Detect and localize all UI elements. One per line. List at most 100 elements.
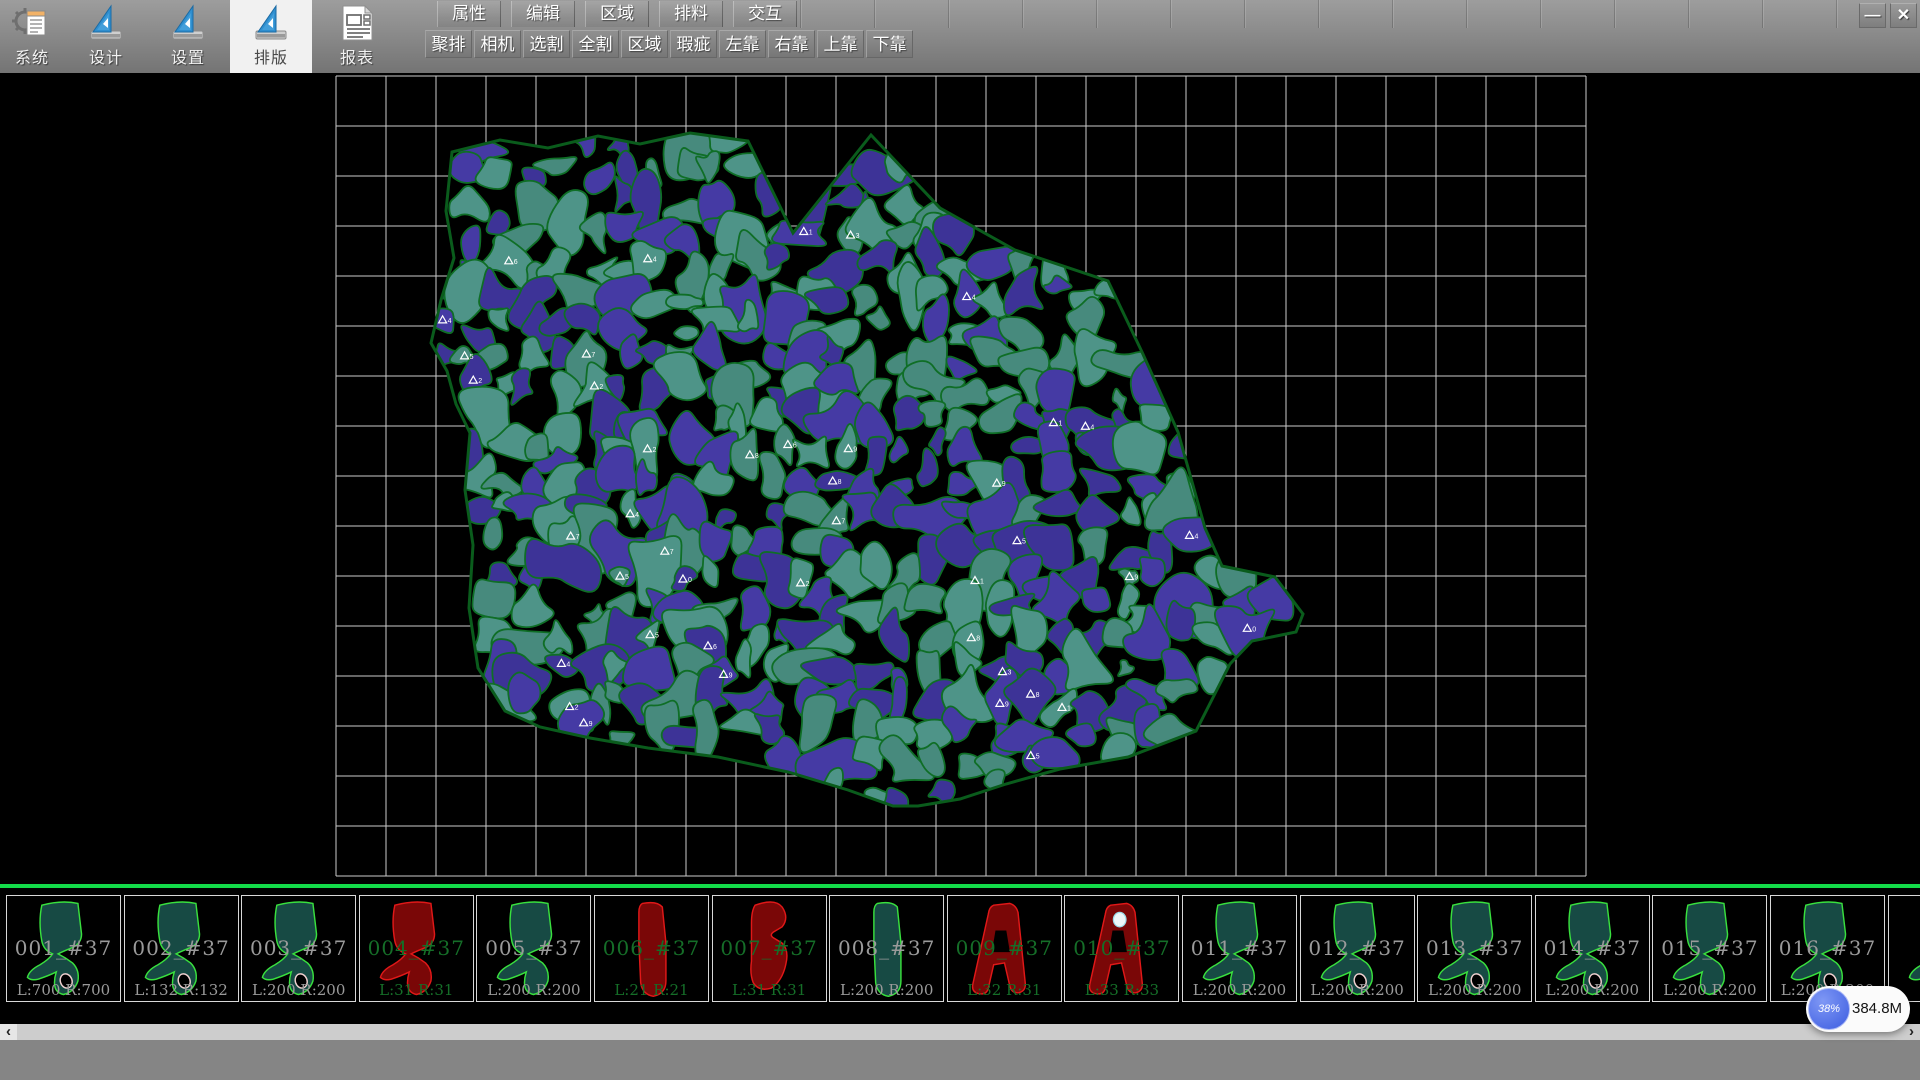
- svg-text:9: 9: [1005, 701, 1009, 708]
- svg-text:2: 2: [478, 378, 482, 385]
- piece-shape: [1891, 898, 1920, 999]
- svg-text:7: 7: [670, 549, 674, 556]
- tool-button-2[interactable]: 相机: [474, 30, 521, 58]
- svg-text:1: 1: [809, 229, 813, 236]
- app-button-label: 报表: [340, 44, 374, 68]
- piece-shape: [1185, 898, 1294, 999]
- svg-text:2: 2: [806, 581, 810, 588]
- app-button-1[interactable]: 系统: [0, 0, 64, 73]
- svg-text:1: 1: [1058, 421, 1062, 428]
- svg-text:2: 2: [652, 447, 656, 454]
- top-toolbar: 系统设计设置排版报表 属性编辑区域排料交互 聚排相机选割全割区域瑕疵左靠右靠上靠…: [0, 0, 1920, 73]
- piece-thumbnail[interactable]: 010_#37L:33 R:33: [1064, 895, 1179, 1002]
- svg-text:6: 6: [514, 259, 518, 266]
- svg-text:2: 2: [599, 384, 603, 391]
- piece-thumbnail[interactable]: 011_#37L:200 R:200: [1182, 895, 1297, 1002]
- svg-text:4: 4: [566, 661, 570, 668]
- svg-text:9: 9: [1002, 481, 1006, 488]
- progress-percent: 38%: [1808, 988, 1850, 1030]
- svg-text:8: 8: [1036, 692, 1040, 699]
- piece-thumbnail[interactable]: 012_#37L:200 R:200: [1300, 895, 1415, 1002]
- piece-shape: [597, 898, 706, 999]
- svg-text:4: 4: [635, 512, 639, 519]
- close-button[interactable]: ✕: [1890, 3, 1917, 28]
- tool-button-10[interactable]: 下靠: [866, 30, 913, 58]
- svg-text:3: 3: [1008, 670, 1012, 677]
- piece-shape: [9, 898, 118, 999]
- horizontal-scrollbar[interactable]: ‹ ›: [0, 1024, 1920, 1040]
- svg-text:9: 9: [1134, 575, 1138, 582]
- app-button-label: 设计: [89, 44, 123, 68]
- piece-thumbnail[interactable]: 015_#37L:200 R:200: [1652, 895, 1767, 1002]
- nesting-canvas-svg: 1364445722142869894777545021956804932981…: [0, 73, 1920, 884]
- settings-setsquare-icon: [166, 3, 210, 43]
- scroll-left-icon[interactable]: ‹: [0, 1024, 17, 1040]
- svg-text:2: 2: [575, 705, 579, 712]
- svg-text:0: 0: [688, 577, 692, 584]
- svg-text:0: 0: [1252, 626, 1256, 633]
- menu-item-3[interactable]: 区域: [585, 1, 649, 27]
- tool-button-9[interactable]: 上靠: [817, 30, 864, 58]
- tool-button-6[interactable]: 瑕疵: [670, 30, 717, 58]
- piece-shape: [1538, 898, 1647, 999]
- app-button-label: 系统: [15, 44, 49, 68]
- app-button-2[interactable]: 设计: [66, 0, 146, 73]
- design-setsquare-icon: [84, 3, 128, 43]
- piece-thumbnail[interactable]: 001_#37L:700 R:700: [6, 895, 121, 1002]
- menu-item-1[interactable]: 属性: [437, 1, 501, 27]
- app-button-5[interactable]: 报表: [314, 0, 400, 73]
- tool-button-3[interactable]: 选割: [523, 30, 570, 58]
- piece-shape: [1655, 898, 1764, 999]
- svg-text:5: 5: [655, 633, 659, 640]
- tool-button-1[interactable]: 聚排: [425, 30, 472, 58]
- piece-thumbnail[interactable]: 008_#37L:200 R:200: [829, 895, 944, 1002]
- tool-button-4[interactable]: 全割: [572, 30, 619, 58]
- piece-thumbnail[interactable]: 002_#37L:132 R:132: [124, 895, 239, 1002]
- svg-text:5: 5: [625, 574, 629, 581]
- svg-text:4: 4: [653, 257, 657, 264]
- svg-text:5: 5: [1022, 539, 1026, 546]
- piece-thumbnail[interactable]: 005_#37L:200 R:200: [476, 895, 591, 1002]
- svg-text:1: 1: [1067, 705, 1071, 712]
- nesting-canvas[interactable]: 1364445722142869894777545021956804932981…: [0, 73, 1920, 884]
- piece-shape: [1420, 898, 1529, 999]
- svg-text:6: 6: [713, 644, 717, 651]
- app-button-4[interactable]: 排版: [230, 0, 312, 73]
- svg-text:3: 3: [856, 233, 860, 240]
- piece-shape: [1773, 898, 1882, 999]
- tool-button-7[interactable]: 左靠: [719, 30, 766, 58]
- window-bottom-band: [0, 1040, 1920, 1080]
- tool-button-5[interactable]: 区域: [621, 30, 668, 58]
- minimize-button[interactable]: —: [1859, 3, 1886, 28]
- svg-text:8: 8: [838, 479, 842, 486]
- menu-item-2[interactable]: 编辑: [511, 1, 575, 27]
- app-button-label: 排版: [254, 44, 288, 68]
- svg-text:8: 8: [755, 453, 759, 460]
- svg-text:7: 7: [591, 352, 595, 359]
- piece-thumbnail[interactable]: 014_#37L:200 R:200: [1535, 895, 1650, 1002]
- piece-thumbnail[interactable]: 003_#37L:200 R:200: [241, 895, 356, 1002]
- piece-shape: [715, 898, 824, 999]
- app-button-label: 设置: [171, 44, 205, 68]
- svg-text:9: 9: [853, 447, 857, 454]
- piece-thumbnail[interactable]: 009_#37L:32 R:31: [947, 895, 1062, 1002]
- svg-text:7: 7: [841, 519, 845, 526]
- tool-button-8[interactable]: 右靠: [768, 30, 815, 58]
- svg-text:4: 4: [1194, 533, 1198, 540]
- svg-text:9: 9: [589, 721, 593, 728]
- app-button-3[interactable]: 设置: [148, 0, 228, 73]
- svg-text:5: 5: [470, 354, 474, 361]
- report-doc-icon: [335, 3, 379, 43]
- piece-thumbnail[interactable]: 006_#37L:21 R:21: [594, 895, 709, 1002]
- piece-thumbnail[interactable]: 004_#37L:31 R:31: [359, 895, 474, 1002]
- menu-item-5[interactable]: 交互: [733, 1, 797, 27]
- piece-thumbnail[interactable]: 007_#37L:31 R:31: [712, 895, 827, 1002]
- scroll-right-icon[interactable]: ›: [1903, 1024, 1920, 1040]
- svg-text:9: 9: [729, 672, 733, 679]
- status-badge: 38% 384.8M: [1806, 986, 1910, 1032]
- svg-text:4: 4: [448, 318, 452, 325]
- piece-thumbnail[interactable]: 013_#37L:200 R:200: [1417, 895, 1532, 1002]
- menu-item-4[interactable]: 排料: [659, 1, 723, 27]
- memory-usage: 384.8M: [1852, 986, 1902, 1032]
- piece-shape: [479, 898, 588, 999]
